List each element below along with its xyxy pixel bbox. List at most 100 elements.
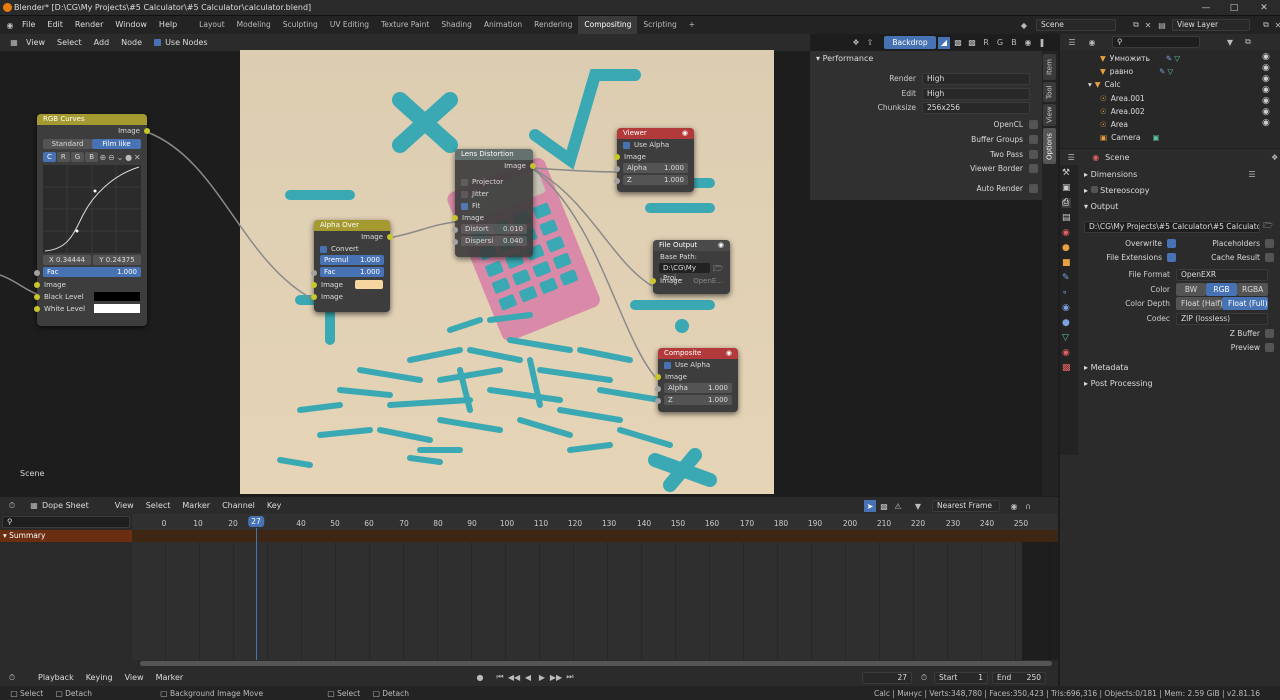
remove-view-layer-icon[interactable]: ✕ [1272, 19, 1280, 31]
end-frame-field[interactable]: End 250 [992, 672, 1046, 684]
outliner-editor-icon[interactable]: ☰ [1066, 36, 1078, 48]
chunksize-dropdown[interactable]: 256x256 [922, 101, 1030, 114]
remove-scene-icon[interactable]: ✕ [1142, 19, 1154, 31]
distort-field[interactable]: Distort 0.010 [461, 224, 527, 234]
zbuffer-checkbox[interactable] [1265, 329, 1274, 338]
stereoscopy-checkbox[interactable] [1090, 186, 1098, 193]
depth-full-button[interactable]: Float (Full) [1222, 297, 1268, 310]
current-frame-field[interactable]: 27 [862, 672, 912, 684]
folder-icon[interactable]: 🗁 [712, 263, 724, 275]
overwrite-checkbox[interactable] [1167, 239, 1176, 248]
snapping-icon[interactable]: ❚ [1036, 37, 1048, 49]
color-bw-button[interactable]: BW [1176, 283, 1206, 296]
lens-output-socket[interactable] [530, 163, 536, 169]
composite-node[interactable]: Composite ◉ Use Alpha Image Alpha 1.000 Z 1… [655, 348, 738, 412]
output-tab-icon[interactable]: ⎙ [1062, 198, 1071, 208]
file-output-node[interactable]: File Output ◉ Base Path: D:\CG\My Proj...… [650, 240, 730, 294]
outliner-item-area001[interactable]: ☉ Area.001 [1100, 92, 1145, 105]
render-tab-icon[interactable]: ▣ [1062, 183, 1071, 193]
world-tab-icon[interactable]: ● [1062, 243, 1071, 253]
new-collection-icon[interactable]: ⧉ [1242, 36, 1254, 48]
edit-quality-dropdown[interactable]: High [922, 87, 1030, 100]
pin-properties-icon[interactable]: ❖ [1269, 151, 1280, 163]
view-layer-selector[interactable]: View Layer [1172, 19, 1250, 31]
rgb-curves-fac-field[interactable]: Fac 1.000 [43, 267, 141, 277]
white-level-socket[interactable] [34, 306, 40, 312]
tab-options[interactable]: Options [1043, 128, 1056, 164]
outliner-item-ravno[interactable]: ▼ равно ✎ ▽ [1100, 65, 1173, 78]
distort-socket[interactable] [452, 227, 458, 233]
curve-channel-b[interactable]: B [85, 152, 99, 162]
curve-point-x[interactable]: X 0.34444 [43, 255, 91, 265]
filter-icon[interactable]: ▼ [1224, 36, 1236, 48]
rgb-curves-fac-socket[interactable] [34, 270, 40, 276]
depth-half-button[interactable]: Float (Half) [1176, 297, 1223, 310]
timeline-marker-menu[interactable]: Marker [150, 669, 190, 687]
pin-icon[interactable]: ❖ [850, 37, 862, 49]
keyframe-area[interactable] [132, 542, 1058, 660]
alpha-over-image1-color[interactable] [355, 280, 383, 289]
tab-tool[interactable]: Tool [1043, 82, 1056, 102]
channel-r[interactable]: R [980, 37, 992, 49]
physics-tab-icon[interactable]: ◉ [1062, 303, 1071, 313]
properties-editor-icon[interactable]: ☰ [1066, 151, 1077, 163]
backdrop-toggle[interactable]: Backdrop [884, 36, 936, 49]
two-pass-checkbox[interactable] [1029, 150, 1038, 159]
color-rgba-button[interactable]: RGBA [1237, 283, 1268, 296]
hidden-icon[interactable]: ▩ [878, 500, 890, 512]
filter-dopesheet-icon[interactable]: ▼ [912, 500, 924, 512]
folder-browse-icon[interactable]: 🗁 [1262, 221, 1274, 233]
playback-menu[interactable]: Playback [32, 669, 80, 687]
errors-icon[interactable]: ⚠ [892, 500, 904, 512]
summary-channel[interactable]: ▾ Summary [0, 530, 132, 542]
outliner-item-camera[interactable]: ▣ Camera ▣ [1100, 131, 1160, 144]
eye-icon[interactable]: ◉ [1262, 107, 1270, 117]
timeline-view-menu[interactable]: View [119, 669, 150, 687]
curve-point-y[interactable]: Y 0.24375 [93, 255, 141, 265]
viewer-alpha-socket[interactable] [614, 166, 620, 172]
chevron-down-icon[interactable]: ⌄ [116, 151, 124, 163]
minimize-icon[interactable]: — [1192, 0, 1220, 16]
dispersion-socket[interactable] [452, 239, 458, 245]
modifier-tab-icon[interactable]: ✎ [1062, 273, 1071, 283]
output-path-field[interactable]: D:\CG\My Projects\#5 Calculator\#5 Calcu… [1084, 221, 1260, 233]
eye-icon[interactable]: ◉ [1262, 85, 1270, 95]
curve-graph[interactable] [43, 165, 141, 253]
view-layer-tab-icon[interactable]: ▤ [1062, 213, 1071, 223]
snap-mode-dropdown[interactable]: Nearest Frame [932, 500, 1000, 512]
parent-node-icon[interactable]: ⇧ [864, 37, 876, 49]
base-path-field[interactable]: D:\CG\My Proj... [659, 263, 710, 282]
overlay-icon[interactable]: ◉ [1022, 37, 1034, 49]
texture-tab-icon[interactable]: ▩ [1062, 363, 1071, 373]
data-tab-icon[interactable]: ▽ [1062, 333, 1071, 343]
expand-icon[interactable]: ▾ [1088, 80, 1092, 89]
auto-render-checkbox[interactable] [1029, 184, 1038, 193]
convert-premul-checkbox[interactable] [320, 245, 327, 253]
jump-start-icon[interactable]: ⏮ [494, 671, 506, 683]
composite-z-socket[interactable] [655, 398, 661, 404]
dimensions-panel-header[interactable]: ▸ Dimensions [1084, 170, 1137, 179]
zoom-out-icon[interactable]: ⊖ [108, 151, 116, 163]
backdrop-channel-icon[interactable]: ◢ [938, 36, 950, 49]
maximize-icon[interactable]: □ [1220, 0, 1248, 16]
dope-menu-key[interactable]: Key [261, 497, 288, 515]
particles-tab-icon[interactable]: ∘ [1062, 288, 1071, 298]
play-reverse-icon[interactable]: ◀ [522, 671, 534, 683]
buffer-groups-checkbox[interactable] [1029, 135, 1038, 144]
play-icon[interactable]: ▶ [536, 671, 548, 683]
file-extensions-checkbox[interactable] [1167, 253, 1176, 262]
cache-result-checkbox[interactable] [1265, 253, 1274, 262]
clip-icon[interactable]: ● [125, 151, 133, 163]
viewer-node[interactable]: Viewer ◉ Use Alpha Image Alpha 1.000 Z 1.00… [614, 128, 694, 192]
tab-view[interactable]: View [1043, 104, 1056, 126]
jump-end-icon[interactable]: ⏭ [564, 671, 576, 683]
composite-alpha-socket[interactable] [655, 386, 661, 392]
preview-checkbox[interactable] [1265, 343, 1274, 352]
reset-icon[interactable]: ✕ [133, 151, 141, 163]
eye-icon[interactable]: ◉ [1262, 74, 1270, 84]
constraints-tab-icon[interactable]: ● [1062, 318, 1071, 328]
curve-channel-c[interactable]: C [43, 152, 56, 162]
viewer-use-alpha-checkbox[interactable] [623, 141, 630, 149]
composite-use-alpha-checkbox[interactable] [664, 361, 671, 369]
performance-header[interactable]: ▾ Performance [816, 54, 873, 63]
